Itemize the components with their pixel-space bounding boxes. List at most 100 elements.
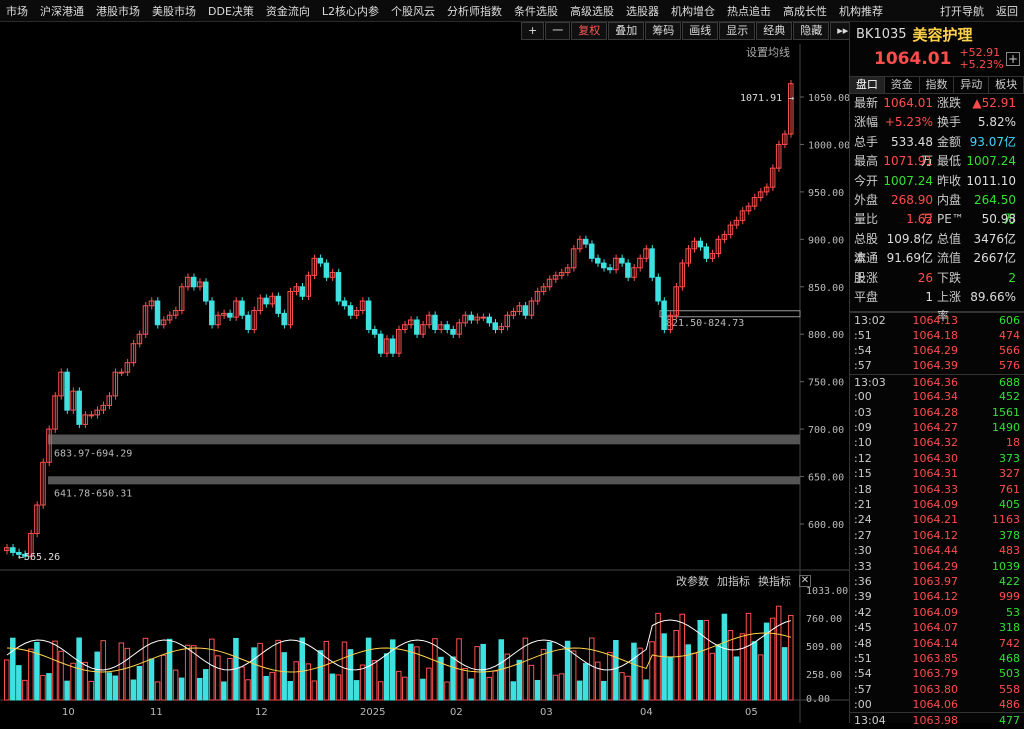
volume-bar	[383, 653, 390, 701]
stat-value: 89.66%	[970, 289, 1016, 304]
tick-volume: 483	[999, 544, 1020, 558]
tick-volume: 999	[999, 590, 1020, 604]
tick-row: :12 1064.30 373	[850, 451, 1024, 466]
support-zone	[48, 434, 800, 445]
price-tick-label: 800.00	[808, 330, 844, 341]
volume-tick-label: 258.00	[806, 670, 842, 681]
stat-value: 1007.24	[883, 173, 933, 188]
tick-time: :27	[854, 528, 872, 542]
menu-item-9[interactable]: 条件选股	[508, 3, 564, 19]
tick-volume: 1490	[992, 421, 1020, 435]
menu-item-11[interactable]: 选股器	[620, 3, 665, 19]
menu-item-13[interactable]: 热点追击	[721, 3, 777, 19]
stat-label: 最新	[854, 96, 879, 110]
tick-row: :00 1064.34 452	[850, 389, 1024, 404]
tab-3[interactable]: 异动	[954, 77, 990, 93]
volume-bar	[323, 640, 330, 701]
tick-price: 1064.27	[912, 421, 959, 435]
change-indicator-button[interactable]: 换指标	[758, 573, 791, 589]
volume-bar	[685, 644, 691, 701]
menu-item-17[interactable]: 返回	[990, 3, 1024, 19]
add-indicator-button[interactable]: 加指标	[717, 573, 750, 589]
volume-bar	[58, 650, 64, 701]
tick-row: 13:02 1064.13 606	[850, 312, 1024, 327]
candle-body	[444, 324, 450, 330]
tick-price: 1064.30	[912, 451, 959, 465]
candle-body	[625, 262, 631, 278]
volume-bar	[649, 641, 655, 701]
tick-row: :21 1064.09 405	[850, 497, 1024, 512]
kline-chart[interactable]: 1050.00 1000.00 950.00 900.00 850.00 800.00 75…	[0, 22, 849, 723]
date-label: 04	[640, 707, 653, 718]
volume-bar	[251, 647, 257, 701]
stat-value: 2	[1008, 270, 1016, 285]
menu-item-15[interactable]: 机构推荐	[833, 3, 889, 19]
candle-body	[317, 257, 324, 264]
quote-price: 1064.01 +52.91 +5.23%	[850, 46, 1024, 72]
tab-1[interactable]: 资金	[885, 77, 920, 93]
candle-body	[281, 312, 287, 326]
menu-item-0[interactable]: 市场	[0, 3, 34, 19]
menu-item-4[interactable]: DDE决策	[202, 3, 260, 19]
candle-body	[347, 305, 354, 316]
candle-body	[263, 297, 269, 305]
tick-time: :18	[854, 482, 872, 496]
tick-price: 1064.14	[912, 636, 959, 650]
volume-bar	[540, 648, 547, 701]
menu-item-12[interactable]: 机构增仓	[665, 3, 721, 19]
volume-bar	[335, 674, 342, 701]
menu-item-8[interactable]: 分析师指数	[441, 3, 508, 19]
volume-bar	[570, 650, 577, 701]
menu-item-7[interactable]: 个股风云	[385, 3, 441, 19]
menu-item-10[interactable]: 高级选股	[564, 3, 620, 19]
tick-volume: 606	[999, 314, 1020, 328]
stat-label: 流值	[937, 251, 962, 266]
tick-time: :03	[854, 405, 872, 419]
stat-value: 91.69亿	[886, 251, 933, 266]
stat-value: 50.98	[981, 212, 1016, 227]
tick-volume: 486	[999, 698, 1020, 712]
price-tick-label: 700.00	[808, 425, 844, 436]
volume-bar	[22, 679, 28, 701]
tick-row: :00 1064.06 486	[850, 697, 1024, 712]
candle-body	[450, 328, 456, 335]
menu-item-1[interactable]: 沪深港通	[34, 3, 90, 19]
stat-value: 533.48万	[891, 134, 933, 169]
candle-body	[64, 371, 70, 411]
price-tick-label: 950.00	[808, 188, 844, 199]
price-tick-label: 1000.00	[808, 140, 849, 151]
menu-item-3[interactable]: 美股市场	[146, 3, 202, 19]
menu-item-5[interactable]: 资金流向	[260, 3, 316, 19]
tick-time: :00	[854, 698, 872, 712]
candle-body	[154, 300, 161, 326]
volume-bar	[184, 644, 191, 701]
volume-bar	[528, 664, 535, 701]
volume-bar	[4, 659, 10, 701]
menu-item-2[interactable]: 港股市场	[90, 3, 146, 19]
tick-time: :54	[854, 667, 872, 681]
volume-bar	[353, 680, 360, 701]
menu-item-16[interactable]: 打开导航	[934, 3, 990, 19]
tick-row: :51 1064.18 474	[850, 328, 1024, 343]
tick-time: :09	[854, 421, 872, 435]
volume-bar	[739, 633, 746, 701]
edit-params-button[interactable]: 改参数	[676, 573, 709, 589]
tab-2[interactable]: 指数	[920, 77, 955, 93]
close-icon[interactable]: ✕	[799, 575, 811, 587]
tick-time: :42	[854, 605, 872, 619]
volume-bar	[474, 646, 480, 701]
stat-value: +5.23%	[884, 115, 933, 130]
stat-value: 1064.01	[883, 96, 933, 110]
volume-bar	[106, 672, 113, 701]
tab-4[interactable]: 板块	[989, 77, 1024, 93]
tick-row: :42 1064.09 53	[850, 605, 1024, 620]
add-watchlist-icon[interactable]: +	[1006, 52, 1020, 66]
tab-0[interactable]: 盘口	[850, 77, 885, 93]
tick-row: :15 1064.31 327	[850, 466, 1024, 481]
tick-list[interactable]: 13:02 1064.13 606:51 1064.18 474:54 1064.29 56…	[850, 311, 1024, 728]
menu-item-14[interactable]: 高成长性	[777, 3, 833, 19]
tick-row: :18 1064.33 761	[850, 482, 1024, 497]
menu-item-6[interactable]: L2核心内参	[316, 3, 385, 19]
stat-row: 最高 1071.91 最低 1007.24	[850, 152, 1024, 171]
tick-price: 1064.18	[912, 328, 959, 342]
